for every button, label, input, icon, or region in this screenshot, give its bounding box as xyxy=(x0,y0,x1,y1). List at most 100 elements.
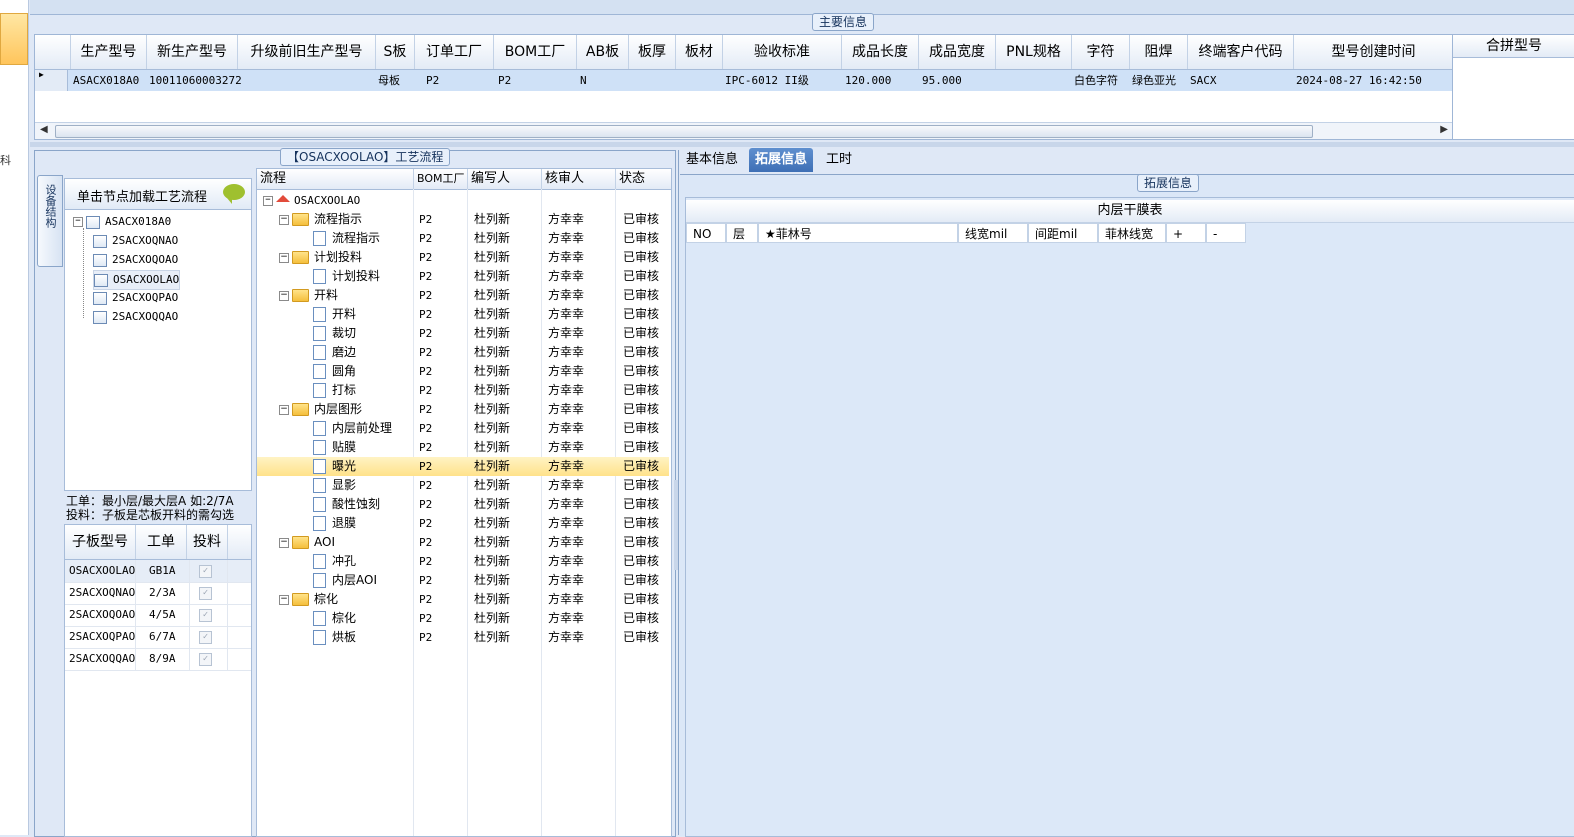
col-layer[interactable]: 层 xyxy=(726,223,758,243)
tree-child-node[interactable]: 2SACXOQNAO xyxy=(93,232,178,250)
col-feed[interactable]: 投料 xyxy=(187,525,228,559)
scroll-thumb[interactable] xyxy=(55,125,1313,138)
flow-row[interactable]: 酸性蚀刻 P2 杜列新 方幸幸 已审核 xyxy=(257,495,669,514)
col-line-width[interactable]: 线宽mil xyxy=(958,223,1028,243)
flow-bom-cell: P2 xyxy=(419,346,433,359)
col-created[interactable]: 型号创建时间 xyxy=(1294,35,1453,69)
flow-row[interactable]: − 棕化 P2 杜列新 方幸幸 已审核 xyxy=(257,590,669,609)
col-pnl[interactable]: PNL规格 xyxy=(996,35,1072,69)
add-row-button[interactable]: + xyxy=(1166,223,1206,243)
col-material[interactable]: 板材 xyxy=(676,35,723,69)
flow-row[interactable]: 内层前处理 P2 杜列新 方幸幸 已审核 xyxy=(257,419,669,438)
collapse-icon[interactable]: − xyxy=(279,290,289,301)
scroll-left-icon[interactable]: ◀ xyxy=(40,124,48,135)
folder-icon xyxy=(292,213,309,226)
table-row[interactable]: OSACXOOLAO GB1A ✓ xyxy=(65,560,251,583)
col-solder[interactable]: 阻焊 xyxy=(1130,35,1188,69)
flow-row[interactable]: 棕化 P2 杜列新 方幸幸 已审核 xyxy=(257,609,669,628)
flow-row[interactable]: − 流程指示 P2 杜列新 方幸幸 已审核 xyxy=(257,210,669,229)
tree-child-node[interactable]: 2SACXOQQAO xyxy=(93,308,178,326)
flow-row[interactable]: 磨边 P2 杜列新 方幸幸 已审核 xyxy=(257,343,669,362)
col-flow[interactable]: 流程 xyxy=(257,169,414,189)
flow-row[interactable]: − AOI P2 杜列新 方幸幸 已审核 xyxy=(257,533,669,552)
col-s-board[interactable]: S板 xyxy=(376,35,415,69)
tab-work-hours[interactable]: 工时 xyxy=(820,148,858,172)
process-flow-grid[interactable]: 流程 BOM工厂 编写人 核审人 状态 − OSACXOOLAO − 流程指示 P2 杜列… xyxy=(256,168,672,837)
col-char[interactable]: 字符 xyxy=(1072,35,1130,69)
table-row[interactable]: 2SACXOQOAO 4/5A ✓ xyxy=(65,604,251,627)
tab-extended-info[interactable]: 拓展信息 xyxy=(749,148,814,172)
flow-row[interactable]: 冲孔 P2 杜列新 方幸幸 已审核 xyxy=(257,552,669,571)
col-width[interactable]: 成品宽度 xyxy=(919,35,996,69)
col-customer[interactable]: 终端客户代码 xyxy=(1188,35,1294,69)
tab-device-structure[interactable]: 设备结构 xyxy=(37,175,63,267)
row-selector[interactable]: ▶ xyxy=(35,70,68,91)
collapse-icon[interactable]: − xyxy=(279,404,289,415)
collapse-icon[interactable]: − xyxy=(279,252,289,263)
col-reviewer[interactable]: 核审人 xyxy=(542,169,616,189)
flow-row[interactable]: 圆角 P2 杜列新 方幸幸 已审核 xyxy=(257,362,669,381)
horizontal-splitter[interactable] xyxy=(30,142,1574,147)
flow-root-row[interactable]: − OSACXOOLAO xyxy=(257,191,669,210)
table-row[interactable]: 2SACXOQQAO 8/9A ✓ xyxy=(65,648,251,671)
flow-row[interactable]: 烘板 P2 杜列新 方幸幸 已审核 xyxy=(257,628,669,647)
collapse-icon[interactable]: − xyxy=(279,594,289,605)
col-ab-board[interactable]: AB板 xyxy=(577,35,629,69)
tab-basic-info[interactable]: 基本信息 xyxy=(680,148,744,172)
col-film-no[interactable]: ★菲林号 xyxy=(758,223,958,243)
tree-child-node[interactable]: 2SACXOQPAO xyxy=(93,289,178,307)
col-old-model[interactable]: 升级前旧生产型号 xyxy=(238,35,376,69)
col-film-line-width[interactable]: 菲林线宽 xyxy=(1098,223,1166,243)
model-tree[interactable]: − ASACX018A0 2SACXOQNAO 2SACXOQOAO OSACXO… xyxy=(64,209,252,491)
col-order-factory[interactable]: 订单工厂 xyxy=(415,35,494,69)
col-no[interactable]: NO xyxy=(686,223,726,243)
flow-row[interactable]: 流程指示 P2 杜列新 方幸幸 已审核 xyxy=(257,229,669,248)
table-row[interactable]: 2SACXOQPAO 6/7A ✓ xyxy=(65,626,251,649)
flow-row[interactable]: 打标 P2 杜列新 方幸幸 已审核 xyxy=(257,381,669,400)
flow-row[interactable]: 退膜 P2 杜列新 方幸幸 已审核 xyxy=(257,514,669,533)
col-writer[interactable]: 编写人 xyxy=(468,169,542,189)
sub-board-grid[interactable]: 子板型号 工单 投料 OSACXOOLAO GB1A ✓ 2SACXOQNAO … xyxy=(64,524,252,837)
flow-row[interactable]: − 内层图形 P2 杜列新 方幸幸 已审核 xyxy=(257,400,669,419)
col-production-model[interactable]: 生产型号 xyxy=(71,35,147,69)
col-flow-bom[interactable]: BOM工厂 xyxy=(414,169,468,189)
col-new-production-model[interactable]: 新生产型号 xyxy=(147,35,238,69)
collapse-icon[interactable]: − xyxy=(263,196,273,206)
col-work-order[interactable]: 工单 xyxy=(136,525,187,559)
flow-row[interactable]: 曝光 P2 杜列新 方幸幸 已审核 xyxy=(257,457,669,476)
checkbox[interactable]: ✓ xyxy=(199,565,212,578)
collapse-icon[interactable]: − xyxy=(279,214,289,225)
horizontal-scrollbar[interactable]: ◀ ▶ xyxy=(35,122,1453,139)
flow-row[interactable]: 裁切 P2 杜列新 方幸幸 已审核 xyxy=(257,324,669,343)
table-row[interactable]: ▶ ASACX018A0 10011060003272 母板 P2 P2 N I… xyxy=(35,70,1453,91)
flow-row[interactable]: 计划投料 P2 杜列新 方幸幸 已审核 xyxy=(257,267,669,286)
collapse-icon[interactable]: − xyxy=(73,217,83,227)
checkbox[interactable]: ✓ xyxy=(199,631,212,644)
col-bom-factory[interactable]: BOM工厂 xyxy=(494,35,577,69)
col-standard[interactable]: 验收标准 xyxy=(723,35,842,69)
tree-root-node[interactable]: − ASACX018A0 xyxy=(73,213,171,231)
collapse-icon[interactable]: − xyxy=(279,537,289,548)
left-active-tab[interactable] xyxy=(0,13,28,65)
col-spacing[interactable]: 间距mil xyxy=(1028,223,1098,243)
col-status[interactable]: 状态 xyxy=(616,169,671,189)
scroll-right-icon[interactable]: ▶ xyxy=(1440,124,1448,135)
col-length[interactable]: 成品长度 xyxy=(842,35,919,69)
flow-row[interactable]: − 开料 P2 杜列新 方幸幸 已审核 xyxy=(257,286,669,305)
flow-name-cell: 棕化 xyxy=(313,609,356,628)
flow-row[interactable]: 开料 P2 杜列新 方幸幸 已审核 xyxy=(257,305,669,324)
col-thickness[interactable]: 板厚 xyxy=(629,35,676,69)
col-sub-model[interactable]: 子板型号 xyxy=(65,525,136,559)
checkbox[interactable]: ✓ xyxy=(199,587,212,600)
flow-row[interactable]: 贴膜 P2 杜列新 方幸幸 已审核 xyxy=(257,438,669,457)
checkbox[interactable]: ✓ xyxy=(199,653,212,666)
remove-row-button[interactable]: - xyxy=(1206,223,1246,243)
flow-row[interactable]: 内层AOI P2 杜列新 方幸幸 已审核 xyxy=(257,571,669,590)
table-row[interactable]: 2SACXOQNAO 2/3A ✓ xyxy=(65,582,251,605)
flow-row[interactable]: 显影 P2 杜列新 方幸幸 已审核 xyxy=(257,476,669,495)
flow-row[interactable]: − 计划投料 P2 杜列新 方幸幸 已审核 xyxy=(257,248,669,267)
tree-child-node[interactable]: 2SACXOQOAO xyxy=(93,251,178,269)
checkbox[interactable]: ✓ xyxy=(199,609,212,622)
tree-child-node-selected[interactable]: OSACXOOLAO xyxy=(93,270,181,290)
main-info-grid[interactable]: 生产型号 新生产型号 升级前旧生产型号 S板 订单工厂 BOM工厂 AB板 板厚… xyxy=(34,34,1454,140)
